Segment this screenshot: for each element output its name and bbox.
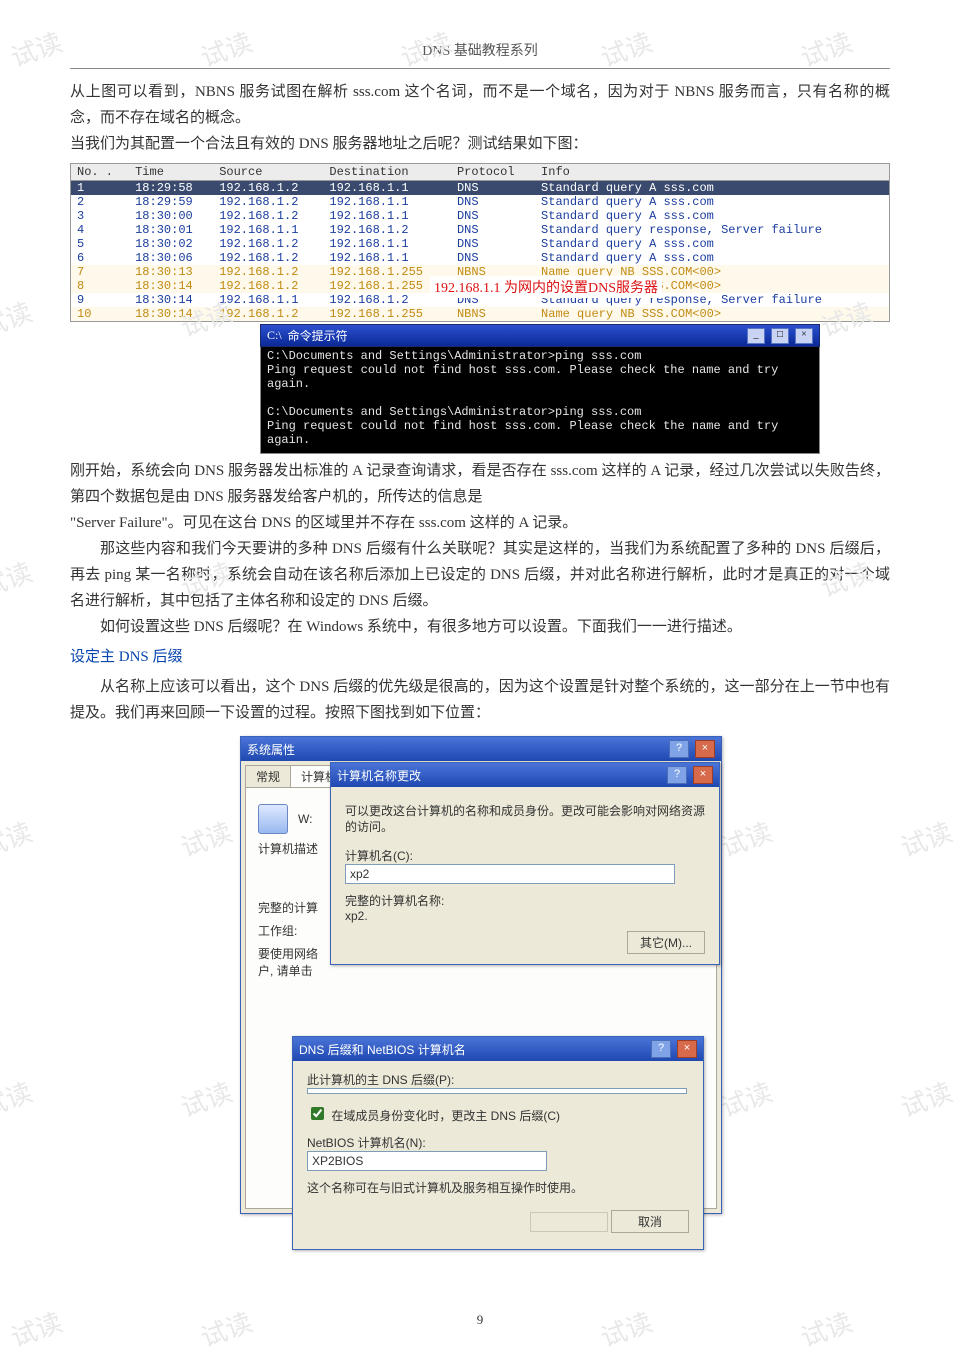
- computer-icon: [258, 804, 288, 834]
- col-info: Info: [535, 164, 889, 181]
- paragraph-2: 当我们为其配置一个合法且有效的 DNS 服务器地址之后呢？测试结果如下图：: [70, 131, 890, 157]
- capture-row[interactable]: 418:30:01192.168.1.1192.168.1.2DNSStanda…: [71, 223, 890, 237]
- capture-row[interactable]: 618:30:06192.168.1.2192.168.1.1DNSStanda…: [71, 251, 890, 265]
- help-icon[interactable]: ?: [651, 1040, 671, 1058]
- close-icon[interactable]: ×: [695, 740, 715, 758]
- col-source: Source: [213, 164, 323, 181]
- cmd-titlebar: C:\ 命令提示符 _ □ ×: [260, 324, 820, 347]
- paragraph-3: 刚开始，系统会向 DNS 服务器发出标准的 A 记录查询请求，看是否存在 sss…: [70, 458, 890, 510]
- suffix-titlebar: DNS 后缀和 NetBIOS 计算机名 ? ×: [293, 1037, 703, 1061]
- tab-0[interactable]: 常规: [245, 765, 291, 787]
- lbl-change-suffix: 在域成员身份变化时，更改主 DNS 后缀(C): [331, 1109, 560, 1123]
- paragraph-6: 如何设置这些 DNS 后缀呢？在 Windows 系统中，有很多地方可以设置。下…: [70, 614, 890, 640]
- capture-header-row: No. . Time Source Destination Protocol I…: [71, 164, 890, 181]
- dns-suffix-netbios-window: DNS 后缀和 NetBIOS 计算机名 ? × 此计算机的主 DNS 后缀(P…: [292, 1036, 704, 1250]
- capture-row[interactable]: 318:30:00192.168.1.2192.168.1.1DNSStanda…: [71, 209, 890, 223]
- primary-suffix-input[interactable]: [307, 1088, 687, 1094]
- close-icon[interactable]: ×: [795, 328, 813, 344]
- cmd-window: C:\ 命令提示符 _ □ × C:\Documents and Setting…: [260, 324, 820, 454]
- cmd-title: 命令提示符: [288, 327, 348, 344]
- lbl-computer-name: 计算机名(C):: [345, 847, 705, 864]
- dialog-stack: 系统属性 ? × 常规计算机名硬件高级系统还原自动更新远程 W: 计算机描述 完…: [240, 736, 720, 1296]
- capture-row[interactable]: 518:30:02192.168.1.2192.168.1.1DNSStanda…: [71, 237, 890, 251]
- close-icon[interactable]: ×: [693, 766, 713, 784]
- rename-title: 计算机名称更改: [337, 767, 661, 784]
- col-time: Time: [129, 164, 213, 181]
- capture-row[interactable]: 218:29:59192.168.1.2192.168.1.1DNSStanda…: [71, 195, 890, 209]
- change-suffix-checkbox[interactable]: [311, 1107, 324, 1120]
- paragraph-5: 那这些内容和我们今天要讲的多种 DNS 后缀有什么关联呢？其实是这样的，当我们为…: [70, 536, 890, 614]
- computer-name-change-window: 计算机名称更改 ? × 可以更改这台计算机的名称和成员身份。更改可能会影响对网络…: [330, 762, 720, 965]
- cmd-icon: C:\: [267, 328, 282, 343]
- rename-titlebar: 计算机名称更改 ? ×: [331, 763, 719, 787]
- capture-row[interactable]: 118:29:58192.168.1.2192.168.1.1DNSStanda…: [71, 181, 890, 196]
- lbl-primary-suffix: 此计算机的主 DNS 后缀(P):: [307, 1071, 689, 1088]
- netbios-name-input[interactable]: XP2BIOS: [307, 1151, 547, 1171]
- capture-row[interactable]: 1018:30:14192.168.1.2192.168.1.255NBNSNa…: [71, 307, 890, 322]
- lbl-full-name: 完整的计算: [258, 899, 328, 916]
- col-proto: Protocol: [451, 164, 535, 181]
- lbl-workgroup: 工作组:: [258, 922, 328, 939]
- lbl-computer-desc: 计算机描述: [258, 840, 328, 857]
- ok-button-faded: [530, 1212, 608, 1232]
- packet-capture-table: No. . Time Source Destination Protocol I…: [70, 163, 890, 322]
- sysprops-title: 系统属性: [247, 741, 663, 758]
- header-rule: [70, 68, 890, 69]
- col-no: No. .: [71, 164, 130, 181]
- computer-name-input[interactable]: xp2: [345, 864, 675, 884]
- help-icon[interactable]: ?: [669, 740, 689, 758]
- rename-note: 可以更改这台计算机的名称和成员身份。更改可能会影响对网络资源的访问。: [345, 803, 705, 835]
- section-heading-link[interactable]: 设定主 DNS 后缀: [70, 644, 890, 670]
- lbl-full-computer-name: 完整的计算机名称:: [345, 892, 705, 909]
- paragraph-7: 从名称上应该可以看出，这个 DNS 后缀的优先级是很高的，因为这个设置是针对整个…: [70, 674, 890, 726]
- val-full-computer-name: xp2.: [345, 909, 705, 923]
- close-icon[interactable]: ×: [677, 1040, 697, 1058]
- lbl-netbios-name: NetBIOS 计算机名(N):: [307, 1134, 689, 1151]
- sysprops-titlebar: 系统属性 ? ×: [241, 737, 721, 761]
- cancel-button[interactable]: 取消: [611, 1210, 689, 1233]
- doc-header: DNS 基础教程系列: [70, 40, 890, 60]
- paragraph-1: 从上图可以看到，NBNS 服务试图在解析 sss.com 这个名词，而不是一个域…: [70, 79, 890, 131]
- more-button[interactable]: 其它(M)...: [627, 931, 705, 954]
- paragraph-4: "Server Failure"。可见在这台 DNS 的区域里并不存在 sss.…: [70, 510, 890, 536]
- suffix-title: DNS 后缀和 NetBIOS 计算机名: [299, 1041, 645, 1058]
- cmd-body: C:\Documents and Settings\Administrator>…: [260, 347, 820, 454]
- help-icon[interactable]: ?: [667, 766, 687, 784]
- suffix-note: 这个名称可在与旧式计算机及服务相互操作时使用。: [307, 1179, 689, 1196]
- maximize-icon[interactable]: □: [771, 328, 789, 344]
- col-dest: Destination: [323, 164, 451, 181]
- lbl-netid: 要使用网络 户, 请单击: [258, 945, 328, 979]
- minimize-icon[interactable]: _: [747, 328, 765, 344]
- page-number: 9: [70, 1312, 890, 1328]
- capture-annotation: 192.168.1.1 为网内的设置DNS服务器: [430, 276, 662, 298]
